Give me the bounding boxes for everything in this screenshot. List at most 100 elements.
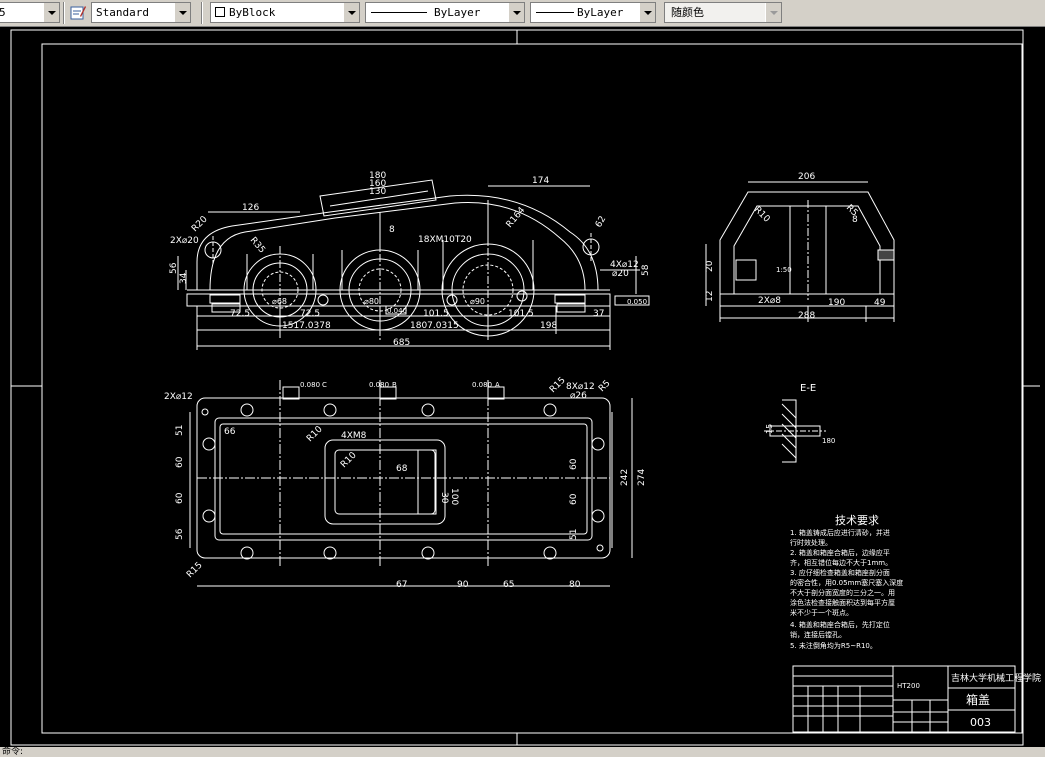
side-dim-288: 288 [798,311,815,321]
command-line[interactable]: 命令: [0,747,1045,757]
dim-198: 198 [540,321,557,331]
drawing-number: 003 [970,716,991,729]
tech-line: 不大于剖分面宽度的三分之一。用 [790,588,895,597]
plan-lbl-c: C [322,381,327,389]
plan-dim-51a: 51 [175,425,185,436]
dim-r164: R164 [505,205,528,230]
side-dim-2x8: 2X⌀8 [758,296,781,306]
plan-dim-26: ⌀26 [570,391,587,401]
tech-line: 米不少于一个斑点。 [790,608,853,617]
chevron-down-icon[interactable] [765,3,781,22]
dim-58: 58 [641,264,651,276]
side-slope: 1:50 [776,266,792,274]
plan-dim-67: 67 [396,580,407,590]
dim-126: 126 [242,203,259,213]
layer-value: ByBlock [229,6,276,19]
plan-dim-r5: R5 [597,379,613,395]
scale-combo[interactable]: 5 [0,2,60,23]
plan-dim-60d: 60 [569,493,579,505]
dim-34: 34 [179,272,189,284]
color-swatch-icon [215,7,225,17]
plan-dim-68: 68 [396,464,408,474]
plan-dim-100: 100 [449,488,459,505]
plan-dim-r15b: R15 [548,376,568,396]
plan-dim-30: 30 [439,492,449,504]
side-dim-8: 8 [852,215,858,225]
plan-dim-80: 80 [569,580,581,590]
text-style-icon[interactable] [70,4,87,21]
plan-lbl-b: B [392,381,397,389]
dim-2x20: 2X⌀20 [170,236,199,246]
plan-dim-274: 274 [637,469,647,486]
dim-r35: R35 [248,236,267,256]
plan-dim-60b: 60 [175,492,185,504]
tol-0-040: 0.040 [387,307,407,315]
school-name: 吉林大学机械工程学院 [951,672,1041,684]
section-dim-180: 180 [822,437,835,445]
linetype-combo[interactable]: ByLayer [365,2,525,23]
plan-dim-51b: 51 [569,529,579,540]
plan-dim-r15: R15 [185,561,205,581]
section-dim-15: 15 [765,424,774,434]
drawing-canvas[interactable]: 126 180 160 130 174 2X⌀20 R20 R35 R164 1… [0,27,1045,747]
side-dim-206: 206 [798,172,815,182]
chevron-down-icon[interactable] [508,3,524,22]
plan-dim-4xm8: 4XM8 [341,431,367,441]
text-style-combo[interactable]: Standard [91,2,191,23]
side-view [705,181,895,322]
side-view-labels: 206 R10 R5 8 12 20 2X⌀8 190 49 288 1:50 [705,172,886,321]
plan-dim-r10: R10 [305,424,325,444]
dim-18xm10: 18XM10T20 [418,235,472,245]
plan-tol-a: 0.080 [472,381,492,389]
toolbar-separator [63,2,65,24]
properties-toolbar: 5 Standard ByBlock ByLayer ByLayer 随颜色 [0,0,1045,27]
side-dim-190: 190 [828,298,845,308]
chevron-down-icon[interactable] [174,3,190,22]
lineweight-value: ByLayer [577,6,624,19]
inner-frame [41,43,1023,734]
dim-174: 174 [532,176,549,186]
material-label: HT200 [897,682,920,690]
chevron-down-icon[interactable] [343,3,359,22]
dim-1517: 1517.0378 [282,321,331,331]
color-combo[interactable]: 随颜色 [664,2,782,23]
fit-68: ⌀68 [272,297,287,306]
plan-tol-b: 0.080 [369,381,389,389]
text-style-value: Standard [96,6,149,19]
plan-dim-65: 65 [503,580,514,590]
toolbar-separator [201,2,203,24]
plan-dim-60c: 60 [569,458,579,470]
dim-72-5b: 72.5 [300,309,320,319]
fit-90: ⌀90 [470,297,485,306]
plan-dim-r10b: R10 [339,450,359,470]
lineweight-sample [536,12,574,13]
tech-line: 涂色法检查接触面积达到每平方厘 [790,598,895,607]
front-view-labels: 126 180 160 130 174 2X⌀20 R20 R35 R164 1… [169,171,651,348]
scale-combo-value: 5 [0,3,6,22]
plan-lbl-a: A [495,381,500,389]
side-dim-49: 49 [874,298,886,308]
linetype-value: ByLayer [434,6,481,19]
cad-drawing[interactable]: 126 180 160 130 174 2X⌀20 R20 R35 R164 1… [0,27,1045,747]
tech-line: 的密合性，用0.05mm塞尺塞入深度 [790,578,903,587]
tech-line: 行时效处理。 [790,538,832,547]
tech-line: 2. 箱盖和箱座合箱后，边缘应平 [790,548,890,557]
color-value: 随颜色 [671,6,704,19]
lineweight-combo[interactable]: ByLayer [530,2,656,23]
dim-685: 685 [393,338,410,348]
chevron-down-icon[interactable] [43,3,59,22]
tech-line: 4. 箱盖和箱座合箱后，先打定位 [790,620,890,629]
tech-line: 3. 应仔细检查箱盖和箱座剖分面 [790,568,890,577]
plan-dim-2x12: 2X⌀12 [164,392,193,402]
tech-line: 5. 未注倒角均为R5~R10。 [790,641,877,650]
plan-dim-60a: 60 [175,456,185,468]
technical-requirements: 技术要求 1. 箱盖铸成后应进行清砂，并进 行时效处理。 2. 箱盖和箱座合箱后… [790,514,903,650]
section-title: E-E [800,383,816,394]
tech-line: 齐，相互错位每边不大于1mm。 [790,558,892,567]
dim-1807: 1807.0315 [410,321,459,331]
plan-dim-90: 90 [457,580,469,590]
dim-56: 56 [169,262,179,274]
layer-combo[interactable]: ByBlock [210,2,360,23]
chevron-down-icon[interactable] [639,3,655,22]
tech-line: 销，连接后镗孔。 [790,630,846,639]
